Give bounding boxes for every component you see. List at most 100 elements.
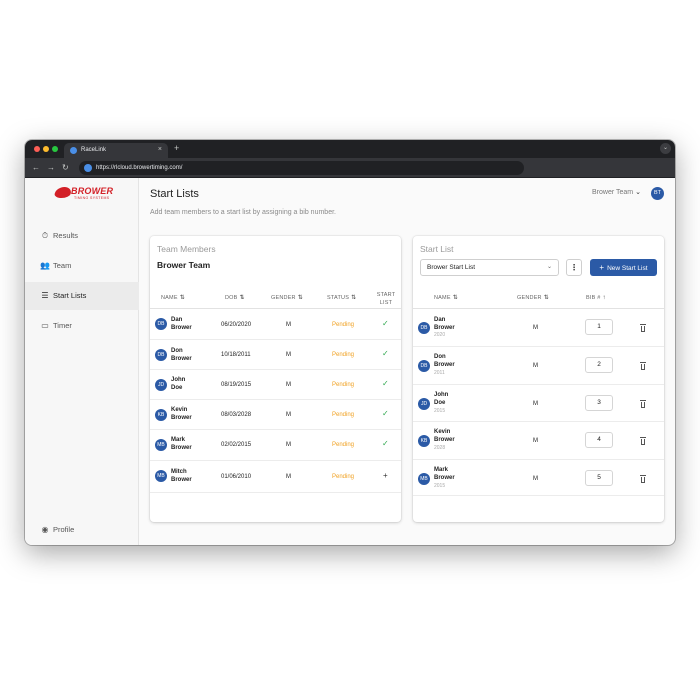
bib-input[interactable]: 5 (585, 470, 613, 486)
check-icon[interactable]: ✓ (382, 380, 389, 388)
team-switcher[interactable]: Brower Team ⌄ (592, 188, 641, 198)
check-icon[interactable]: ✓ (382, 410, 389, 418)
sidebar-item-team[interactable]: 👥 Team (25, 252, 139, 280)
new-start-list-button[interactable]: + New Start List (590, 259, 657, 276)
col-bib[interactable]: BIB # ↑ (586, 294, 606, 302)
member-name[interactable]: Mitch Brower (171, 469, 192, 484)
start-list-card: Start List Brower Start List ⌄ ⋮ + New St… (413, 236, 664, 522)
favicon-icon (70, 147, 77, 154)
col-name-label: NAME (161, 295, 178, 301)
member-name[interactable]: Don Brower (171, 348, 192, 363)
trash-icon[interactable] (639, 362, 647, 370)
close-window-button[interactable] (34, 146, 40, 152)
sort-icon: ⇅ (239, 295, 245, 301)
camera-icon: ▭ (41, 321, 49, 330)
col-name[interactable]: NAME ⇅ (161, 294, 185, 302)
sidebar-item-start-lists[interactable]: ☰ Start Lists (25, 282, 139, 310)
trash-icon[interactable] (639, 475, 647, 483)
tab-search-button[interactable]: ⌄ (660, 143, 671, 154)
sort-icon: ⇅ (452, 295, 458, 301)
new-start-list-label: New Start List (607, 265, 648, 272)
avatar: MB (418, 473, 430, 485)
member-name[interactable]: Mark Brower (171, 437, 192, 452)
dob-cell: 08/19/2015 (221, 382, 252, 388)
member-name: Dan Brower (434, 317, 455, 332)
url-input[interactable]: https://rlcloud.browertiming.com/ (79, 161, 524, 175)
bib-input[interactable]: 4 (585, 432, 613, 448)
sidebar-item-label: Profile (53, 525, 75, 534)
browser-window: RaceLink × + ⌄ ← → ↻ https://rlcloud.bro… (25, 140, 675, 545)
col-gender[interactable]: GENDER ⇅ (271, 294, 303, 302)
team-name: Brower Team (157, 260, 211, 270)
col-gender[interactable]: GENDER ⇅ (517, 294, 549, 302)
col-name[interactable]: NAME ⇅ (434, 294, 458, 302)
check-icon[interactable]: ✓ (382, 440, 389, 448)
table-row: KB Kevin Brower 2028 M 4 (413, 422, 664, 460)
member-name[interactable]: John Doe (171, 377, 185, 392)
start-list-select[interactable]: Brower Start List ⌄ (420, 259, 559, 276)
table-row: MB Mark Brower 2015 M 5 (413, 460, 664, 496)
birth-year: 2028 (434, 445, 446, 451)
trash-icon[interactable] (639, 400, 647, 408)
avatar: JD (155, 379, 167, 391)
dob-cell: 01/06/2010 (221, 474, 252, 480)
stopwatch-icon: ⏱ (41, 231, 49, 240)
sidebar-item-profile[interactable]: ◉ Profile (25, 516, 139, 544)
first-name: Mitch (171, 469, 187, 475)
minimize-window-button[interactable] (43, 146, 49, 152)
site-info-icon[interactable] (84, 164, 92, 172)
col-status[interactable]: STATUS ⇅ (327, 294, 356, 302)
dob-cell: 10/18/2011 (221, 352, 251, 358)
gender-cell: M (286, 352, 291, 358)
table-row: JD John Doe 08/19/2015 M Pending ✓ (150, 370, 401, 400)
profile-icon: ◉ (41, 525, 49, 534)
member-name[interactable]: Kevin Brower (171, 407, 192, 422)
first-name: Don (434, 354, 446, 360)
check-icon[interactable]: ✓ (382, 320, 389, 328)
check-icon[interactable]: ✓ (382, 350, 389, 358)
table-row: DB Dan Brower 2020 M 1 (413, 309, 664, 347)
tab-title: RaceLink (81, 147, 107, 153)
bib-input[interactable]: 2 (585, 357, 613, 373)
sidebar: BROWER TIMING SYSTEMS ⏱ Results 👥 Team ☰… (25, 178, 139, 545)
trash-icon[interactable] (639, 324, 647, 332)
gender-cell: M (286, 382, 291, 388)
last-name: Brower (171, 476, 192, 483)
reload-button[interactable]: ↻ (62, 162, 69, 174)
brower-logo[interactable]: BROWER TIMING SYSTEMS (53, 186, 115, 202)
back-button[interactable]: ← (32, 162, 40, 174)
dob-cell: 06/20/2020 (221, 322, 252, 328)
add-to-start-list-icon[interactable]: + (383, 472, 388, 480)
table-row: MB Mitch Brower 01/06/2010 M Pending + (150, 461, 401, 493)
bib-input[interactable]: 1 (585, 319, 613, 335)
last-name: Brower (171, 444, 192, 451)
table-row: DB Don Brower 10/18/2011 M Pending ✓ (150, 340, 401, 370)
user-avatar[interactable]: BT (651, 187, 664, 200)
col-start-list-label-2: LIST (379, 300, 393, 306)
sidebar-item-results[interactable]: ⏱ Results (25, 222, 139, 250)
start-list-select-value: Brower Start List (427, 264, 476, 271)
app: BROWER TIMING SYSTEMS ⏱ Results 👥 Team ☰… (25, 178, 675, 545)
first-name: Kevin (434, 429, 451, 435)
browser-tab[interactable]: RaceLink × (64, 143, 168, 158)
col-dob[interactable]: DOB ⇅ (225, 294, 245, 302)
first-name: Mark (171, 437, 186, 443)
avatar: MB (155, 439, 167, 451)
dob-cell: 02/02/2015 (221, 442, 252, 448)
last-name: Brower (171, 414, 192, 421)
plus-icon: + (599, 263, 605, 272)
new-tab-button[interactable]: + (174, 142, 179, 154)
member-name: Don Brower (434, 354, 455, 369)
col-gender-label: GENDER (517, 295, 542, 301)
sidebar-item-timer[interactable]: ▭ Timer (25, 312, 139, 340)
col-gender-label: GENDER (271, 295, 296, 301)
page-subtitle: Add team members to a start list by assi… (150, 209, 336, 216)
forward-button[interactable]: → (47, 162, 55, 174)
bib-input[interactable]: 3 (585, 395, 613, 411)
maximize-window-button[interactable] (52, 146, 58, 152)
tab-close-icon[interactable]: × (158, 145, 162, 155)
more-options-button[interactable]: ⋮ (566, 259, 582, 276)
member-name[interactable]: Dan Brower (171, 317, 192, 332)
trash-icon[interactable] (639, 437, 647, 445)
last-name: Brower (434, 361, 455, 368)
